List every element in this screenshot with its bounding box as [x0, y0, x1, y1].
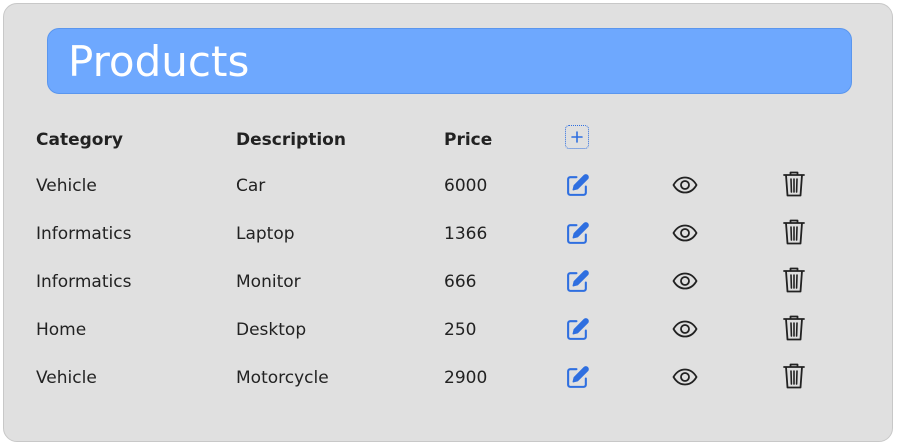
delete-button[interactable] — [781, 267, 807, 293]
edit-icon — [566, 365, 589, 388]
table-row: Informatics Laptop 1366 — [4, 219, 894, 271]
trash-icon — [783, 363, 805, 389]
edit-icon — [566, 173, 589, 196]
view-button[interactable] — [672, 220, 698, 246]
cell-price: 2900 — [444, 368, 488, 388]
page-title: Products — [68, 37, 250, 86]
cell-price: 6000 — [444, 176, 488, 196]
cell-category: Informatics — [36, 272, 132, 292]
delete-button[interactable] — [781, 315, 807, 341]
edit-button[interactable] — [564, 316, 590, 342]
delete-button[interactable] — [781, 219, 807, 245]
delete-button[interactable] — [781, 363, 807, 389]
table-row: Vehicle Motorcycle 2900 — [4, 363, 894, 415]
eye-icon — [672, 224, 698, 242]
table-row: Vehicle Car 6000 — [4, 171, 894, 223]
delete-button[interactable] — [781, 171, 807, 197]
edit-icon — [566, 269, 589, 292]
trash-icon — [783, 171, 805, 197]
cell-price: 666 — [444, 272, 477, 292]
column-header-description: Description — [236, 130, 346, 150]
products-card: Products Category Description Price Vehi… — [3, 3, 893, 442]
edit-button[interactable] — [564, 220, 590, 246]
cell-description: Motorcycle — [236, 368, 329, 388]
edit-button[interactable] — [564, 172, 590, 198]
table-row: Home Desktop 250 — [4, 315, 894, 367]
column-header-price: Price — [444, 130, 493, 150]
eye-icon — [672, 272, 698, 290]
cell-price: 1366 — [444, 224, 488, 244]
page-header: Products — [47, 28, 852, 94]
cell-description: Desktop — [236, 320, 307, 340]
edit-button[interactable] — [564, 268, 590, 294]
eye-icon — [672, 368, 698, 386]
trash-icon — [783, 315, 805, 341]
view-button[interactable] — [672, 316, 698, 342]
cell-description: Laptop — [236, 224, 295, 244]
cell-price: 250 — [444, 320, 477, 340]
eye-icon — [672, 176, 698, 194]
eye-icon — [672, 320, 698, 338]
column-header-category: Category — [36, 130, 123, 150]
view-button[interactable] — [672, 364, 698, 390]
cell-category: Vehicle — [36, 368, 97, 388]
trash-icon — [783, 267, 805, 293]
add-product-button[interactable] — [565, 125, 589, 149]
cell-category: Informatics — [36, 224, 132, 244]
plus-icon — [571, 131, 583, 143]
cell-description: Monitor — [236, 272, 301, 292]
edit-icon — [566, 221, 589, 244]
view-button[interactable] — [672, 268, 698, 294]
table-row: Informatics Monitor 666 — [4, 267, 894, 319]
edit-icon — [566, 317, 589, 340]
view-button[interactable] — [672, 172, 698, 198]
cell-category: Vehicle — [36, 176, 97, 196]
cell-category: Home — [36, 320, 87, 340]
edit-button[interactable] — [564, 364, 590, 390]
trash-icon — [783, 219, 805, 245]
cell-description: Car — [236, 176, 266, 196]
